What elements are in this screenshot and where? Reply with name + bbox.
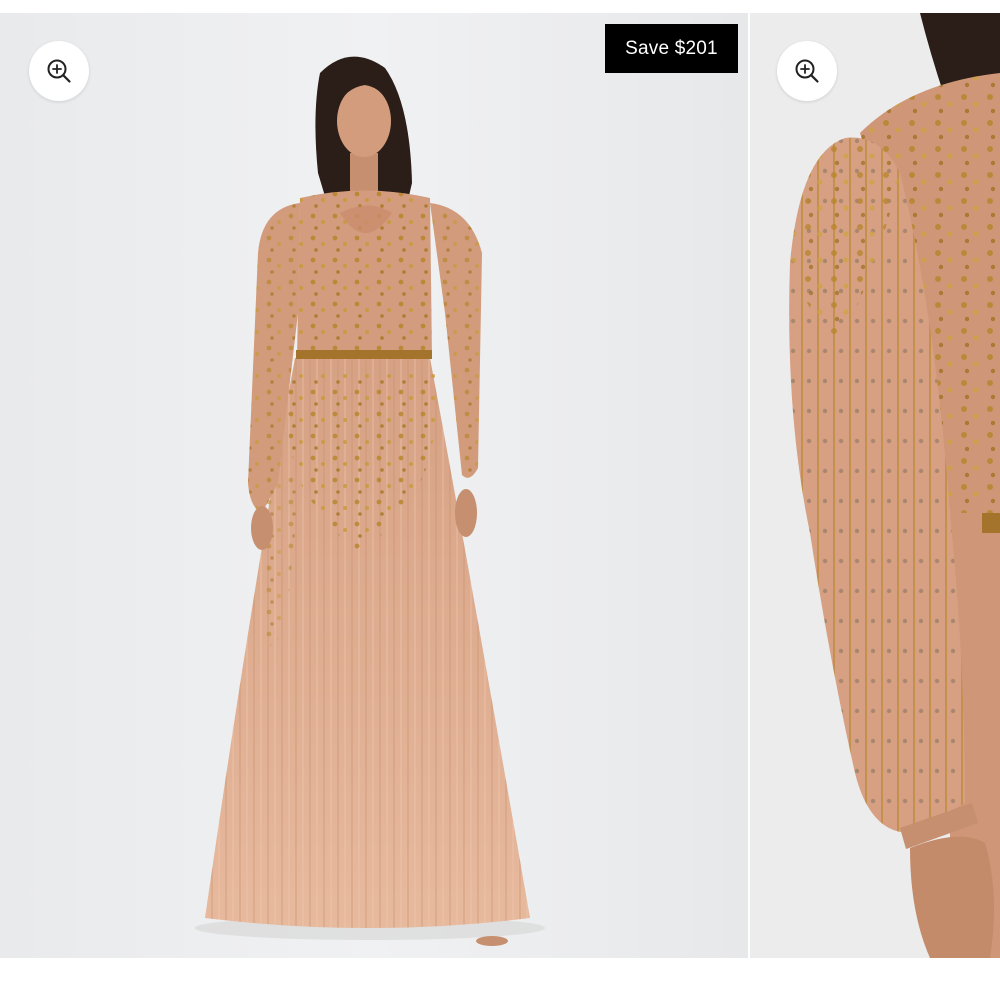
savings-badge: Save $201	[605, 24, 738, 73]
zoom-in-icon	[795, 59, 819, 83]
gallery-slide-1[interactable]: Save $201	[0, 13, 748, 958]
sleeve-detail-photo	[750, 13, 1000, 958]
product-image-gallery: Save $201	[0, 13, 1000, 958]
gallery-slide-2[interactable]	[750, 13, 1000, 958]
savings-badge-label: Save $201	[625, 37, 718, 59]
zoom-button[interactable]	[29, 41, 89, 101]
zoom-button[interactable]	[777, 41, 837, 101]
zoom-in-icon	[47, 59, 71, 83]
full-length-gown-photo	[0, 13, 748, 958]
